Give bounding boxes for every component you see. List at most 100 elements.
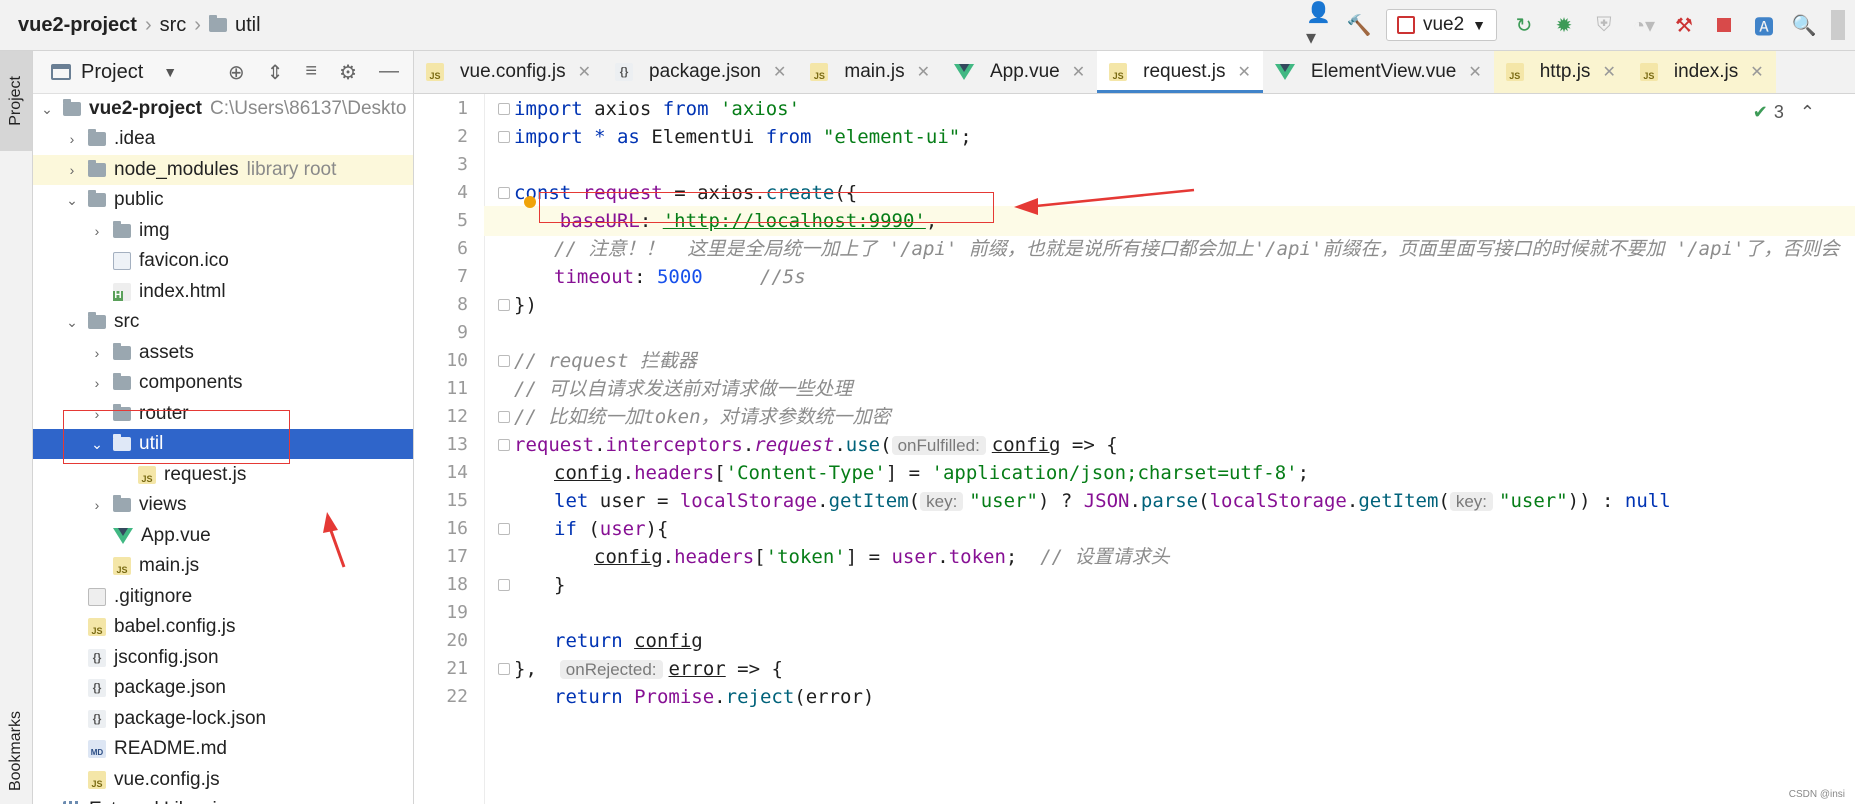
close-icon[interactable]: ✕ [1072, 62, 1085, 82]
tab-app-vue[interactable]: App.vue ✕ [942, 51, 1097, 93]
run-configuration-select[interactable]: vue2 ▼ [1385, 9, 1497, 41]
breadcrumb-src[interactable]: src [160, 14, 187, 37]
chevron-down-icon[interactable]: ⌄ [39, 101, 55, 118]
tab-index-js[interactable]: index.js ✕ [1627, 51, 1776, 93]
editor-tab-bar: vue.config.js✕package.json✕main.js✕App.v… [414, 51, 1855, 94]
chevron-right-icon[interactable]: › [89, 223, 105, 239]
tab-request-js[interactable]: request.js ✕ [1097, 51, 1263, 93]
tree-item-external-libraries[interactable]: ›External Libraries [33, 795, 413, 804]
collapse-all-icon[interactable]: ≡ [305, 60, 317, 85]
chevron-down-icon[interactable]: ⌄ [64, 314, 80, 331]
json-file-icon [615, 63, 634, 81]
close-icon[interactable]: ✕ [773, 62, 786, 82]
close-icon[interactable]: ✕ [1750, 62, 1763, 82]
tab-elementview-vue[interactable]: ElementView.vue ✕ [1263, 51, 1494, 93]
fold-marker-icon[interactable] [498, 523, 510, 535]
annotation-arrows [1014, 188, 1195, 215]
tree-item-main-js[interactable]: main.js [33, 551, 413, 581]
tab-package-json[interactable]: package.json ✕ [603, 51, 798, 93]
fold-marker-icon[interactable] [498, 355, 510, 367]
build-hammer-icon[interactable]: 🔨 [1346, 12, 1372, 38]
translate-icon[interactable]: 🅰 [1751, 12, 1777, 39]
tree-item-package-lock-json[interactable]: package-lock.json [33, 704, 413, 734]
tree-item-request-js[interactable]: request.js [33, 460, 413, 490]
folder-icon [208, 15, 227, 32]
chevron-down-icon[interactable]: ▼ [163, 64, 177, 80]
coverage-icon[interactable]: ⛨ [1591, 12, 1617, 38]
tree-item-components[interactable]: › components [33, 368, 413, 398]
folder-icon [88, 159, 106, 177]
code-editor[interactable]: 1 2 3 4 5 6 7 8 9 10 11 12 13 14 15 16 17 18 19 20 21 22 ✔ 3 … [414, 94, 1855, 804]
debug-bug-icon[interactable]: ✹ [1551, 12, 1577, 38]
tree-item-app-vue[interactable]: App.vue [33, 521, 413, 551]
tree-item-label: assets [139, 341, 194, 363]
annotation-box [63, 410, 290, 464]
profile-icon[interactable]: ◔▾ [1631, 12, 1657, 38]
tree-item-favicon-ico[interactable]: favicon.ico [33, 246, 413, 276]
fold-marker-icon[interactable] [498, 299, 510, 311]
breadcrumb-project[interactable]: vue2-project [18, 14, 137, 37]
folder-icon [113, 220, 131, 238]
tree-item-package-json[interactable]: package.json [33, 673, 413, 703]
tree-item-img[interactable]: › img [33, 216, 413, 246]
bookmarks-tool-tab[interactable]: Bookmarks [0, 691, 32, 811]
user-icon[interactable]: 👤▾ [1306, 2, 1332, 49]
close-icon[interactable]: ✕ [917, 62, 930, 82]
tree-item-node-modules[interactable]: › node_modules library root [33, 154, 413, 185]
tab-http-js[interactable]: http.js ✕ [1493, 51, 1628, 93]
locate-icon[interactable]: ⊕ [228, 60, 245, 85]
tree-item-assets[interactable]: › assets [33, 338, 413, 368]
tree-item-src[interactable]: ⌄ src [33, 307, 413, 337]
tab-vue-config-js[interactable]: vue.config.js ✕ [414, 51, 603, 93]
chevron-down-icon[interactable]: ⌄ [64, 192, 80, 209]
tree-item-readme-md[interactable]: README.md [33, 734, 413, 764]
tab-label: package.json [649, 61, 761, 82]
folder-icon [88, 190, 106, 207]
tree-item-idea[interactable]: › .idea [33, 124, 413, 154]
fold-marker-icon[interactable] [498, 439, 510, 451]
fold-marker-icon[interactable] [498, 187, 510, 199]
close-icon[interactable]: ✕ [1602, 62, 1615, 82]
chevron-right-icon[interactable]: › [89, 497, 105, 513]
search-icon[interactable]: 🔍 [1791, 12, 1817, 38]
fold-marker-icon[interactable] [498, 131, 510, 143]
chevron-right-icon[interactable]: › [64, 162, 80, 178]
attach-debugger-icon[interactable]: ⚒ [1671, 12, 1697, 38]
tree-item-views[interactable]: › views [33, 490, 413, 520]
hide-icon[interactable]: — [379, 60, 399, 85]
project-tool-tab[interactable]: Project [0, 51, 32, 151]
tree-item-gitignore[interactable]: .gitignore [33, 582, 413, 612]
gear-icon[interactable]: ⚙ [339, 60, 357, 85]
project-panel-title[interactable]: Project [81, 61, 143, 84]
chevron-right-icon[interactable]: › [89, 345, 105, 361]
tree-item-babel-config-js[interactable]: babel.config.js [33, 612, 413, 642]
rerun-icon[interactable]: ↻ [1511, 12, 1537, 38]
close-icon[interactable]: ✕ [578, 62, 591, 82]
vue-file-icon [113, 527, 133, 544]
tab-main-js[interactable]: main.js ✕ [798, 51, 942, 93]
tree-item-jsconfig-json[interactable]: jsconfig.json [33, 643, 413, 673]
ide-settings-icon[interactable] [1831, 10, 1845, 40]
tool-window-strip: Project Bookmarks [0, 51, 33, 804]
chevron-down-icon: ▼ [1472, 17, 1486, 33]
tree-item-vue-config-js[interactable]: vue.config.js [33, 765, 413, 795]
chevron-right-icon[interactable]: › [89, 375, 105, 391]
fold-marker-icon[interactable] [498, 103, 510, 115]
stop-icon[interactable] [1711, 12, 1737, 38]
tree-item-index-html[interactable]: index.html [33, 277, 413, 307]
tree-root[interactable]: ⌄ vue2-project C:\Users\86137\Deskto [33, 94, 413, 124]
fold-marker-icon[interactable] [498, 663, 510, 675]
chevron-right-icon[interactable]: › [64, 131, 80, 147]
tab-label: index.js [1673, 61, 1739, 82]
fold-marker-icon[interactable] [498, 579, 510, 591]
close-icon[interactable]: ✕ [1468, 62, 1481, 82]
tree-item-label: package-lock.json [114, 707, 267, 729]
expand-all-icon[interactable]: ⇕ [267, 60, 284, 85]
breadcrumb-util[interactable]: util [235, 14, 261, 37]
tree-item-public[interactable]: ⌄ public [33, 185, 413, 215]
js-file-icon [113, 557, 131, 575]
bookmarks-tool-tab-label: Bookmarks [7, 710, 24, 792]
fold-marker-icon[interactable] [498, 411, 510, 423]
watermark: CSDN @insi [1788, 789, 1845, 800]
close-icon[interactable]: ✕ [1238, 62, 1251, 82]
